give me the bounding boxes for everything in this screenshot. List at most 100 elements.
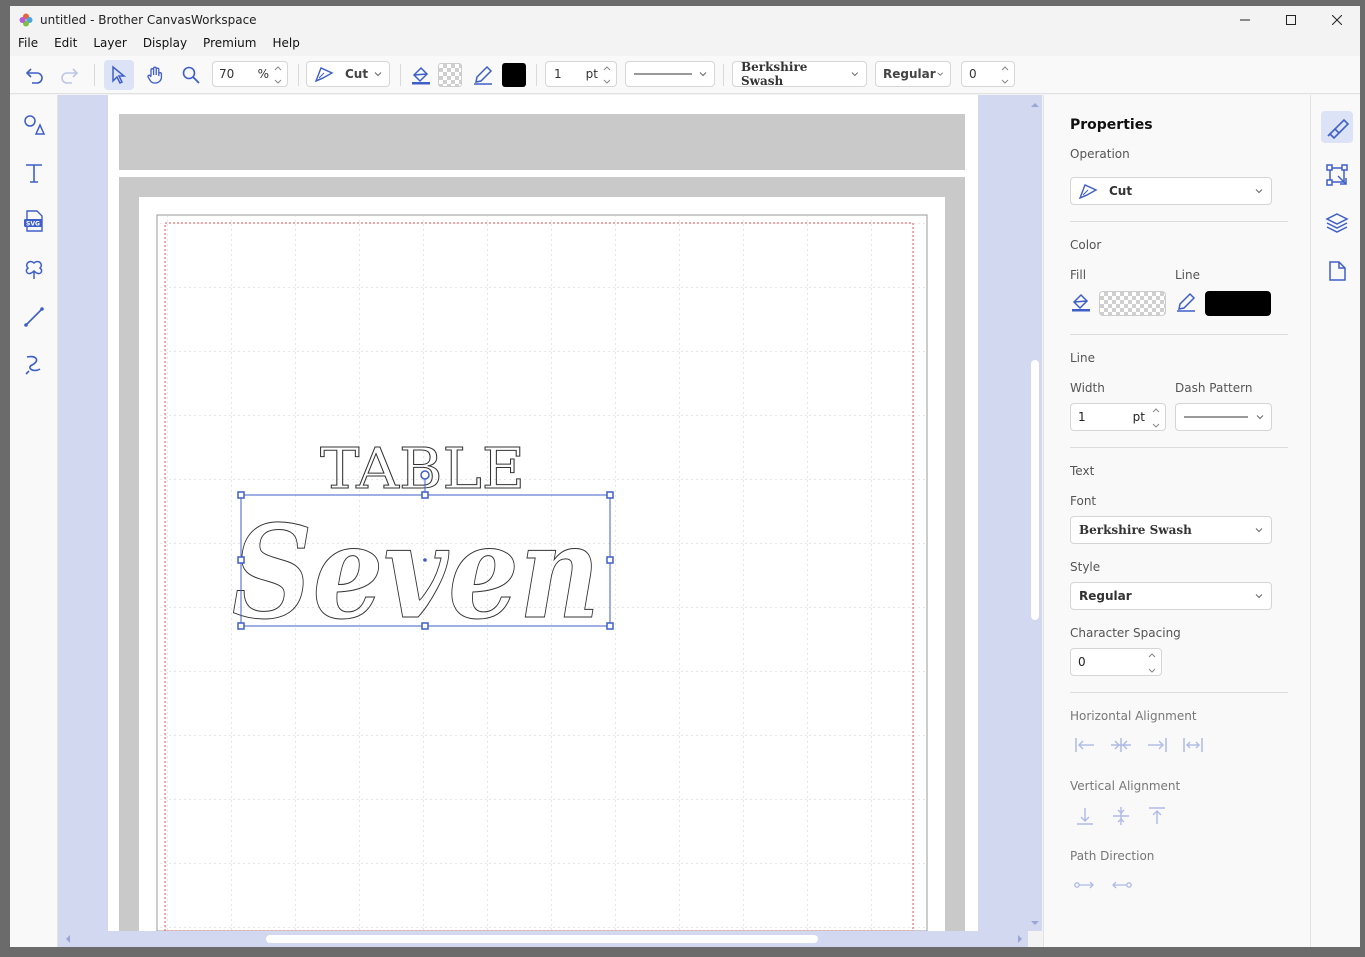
- resize-handle[interactable]: [237, 556, 245, 564]
- pan-tool-button[interactable]: [140, 60, 170, 90]
- line-width-stepper[interactable]: [602, 64, 614, 86]
- font-dropdown[interactable]: Berkshire Swash: [732, 60, 867, 88]
- layers-tab-button[interactable]: [1321, 207, 1353, 239]
- line-color-button[interactable]: [470, 62, 496, 88]
- line-section-label: Line: [1070, 351, 1096, 365]
- chevron-down-icon: [1148, 668, 1156, 673]
- page-tab-button[interactable]: [1321, 255, 1353, 287]
- zoom-stepper[interactable]: [273, 64, 285, 86]
- operation-dropdown[interactable]: Cut: [306, 61, 390, 87]
- align-top-icon[interactable]: [1146, 806, 1168, 826]
- align-justify-icon[interactable]: [1182, 736, 1204, 754]
- select-tool-button[interactable]: [104, 60, 134, 90]
- char-spacing-stepper[interactable]: [1147, 651, 1159, 675]
- scroll-right-icon: [1018, 935, 1022, 943]
- line-width-input[interactable]: 1 pt: [545, 61, 617, 87]
- align-right-icon[interactable]: [1146, 736, 1168, 754]
- resize-handle[interactable]: [606, 622, 614, 630]
- horizontal-scrollbar[interactable]: [58, 931, 1028, 947]
- align-bottom-icon[interactable]: [1074, 806, 1096, 826]
- toolbar-separator: [536, 64, 537, 86]
- properties-operation-dropdown[interactable]: Cut: [1070, 177, 1272, 205]
- line-color-swatch[interactable]: [502, 63, 526, 87]
- zoom-value: 70: [219, 67, 235, 81]
- minimize-button[interactable]: [1222, 6, 1268, 34]
- menu-premium[interactable]: Premium: [195, 34, 264, 54]
- menu-help[interactable]: Help: [264, 34, 307, 54]
- vertical-scrollbar[interactable]: [1028, 95, 1042, 931]
- mat-header-strip: [119, 114, 965, 170]
- close-button[interactable]: [1314, 6, 1360, 34]
- rotate-handle[interactable]: [420, 470, 430, 480]
- scroll-up-icon: [1031, 103, 1039, 107]
- menu-display[interactable]: Display: [135, 34, 195, 54]
- properties-width-stepper[interactable]: [1151, 406, 1163, 430]
- workspace-canvas[interactable]: TABLE Seven: [58, 95, 1028, 931]
- solid-line-icon: [1184, 416, 1248, 418]
- style-dropdown[interactable]: Regular: [875, 61, 951, 87]
- spacing-input[interactable]: 0: [961, 61, 1015, 87]
- patterns-tool-button[interactable]: [20, 255, 48, 283]
- dash-pattern-dropdown[interactable]: [625, 61, 715, 87]
- resize-handle[interactable]: [606, 556, 614, 564]
- properties-width-input[interactable]: 1 pt: [1070, 403, 1166, 431]
- paint-bucket-icon: [1072, 293, 1090, 312]
- resize-handle[interactable]: [237, 622, 245, 630]
- properties-panel: Properties Operation Cut Color Fill Line…: [1043, 95, 1310, 947]
- resize-handle[interactable]: [606, 491, 614, 499]
- redo-button[interactable]: [56, 62, 82, 88]
- properties-fill-swatch[interactable]: [1099, 291, 1166, 316]
- spacing-stepper[interactable]: [1000, 64, 1012, 86]
- menu-edit[interactable]: Edit: [46, 34, 85, 54]
- section-divider: [1070, 221, 1288, 222]
- path-forward-icon[interactable]: [1074, 878, 1096, 892]
- zoom-input[interactable]: 70 %: [212, 61, 288, 87]
- properties-tab-button[interactable]: [1321, 111, 1353, 143]
- line-tool-button[interactable]: [20, 303, 48, 331]
- text-icon: [26, 164, 42, 183]
- svg-import-button[interactable]: SVG: [20, 207, 48, 235]
- properties-char-spacing-input[interactable]: 0: [1070, 648, 1162, 676]
- operation-label: Operation: [1070, 147, 1130, 161]
- fill-color-button[interactable]: [408, 62, 434, 88]
- transform-tab-button[interactable]: [1321, 159, 1353, 191]
- zoom-tool-button[interactable]: [176, 60, 206, 90]
- properties-dash-dropdown[interactable]: [1175, 403, 1272, 431]
- fill-color-swatch[interactable]: [438, 63, 462, 87]
- line-width-value: 1: [554, 67, 562, 81]
- properties-char-spacing-value: 0: [1078, 655, 1086, 669]
- menu-file[interactable]: File: [10, 34, 46, 54]
- chevron-down-icon: [1001, 79, 1009, 84]
- resize-handle[interactable]: [237, 491, 245, 499]
- canvas-area[interactable]: TABLE Seven: [58, 95, 1028, 931]
- chevron-up-icon: [274, 66, 282, 71]
- shapes-tool-button[interactable]: [20, 111, 48, 139]
- app-logo-icon: [19, 13, 33, 27]
- zoom-unit: %: [257, 67, 269, 81]
- horizontal-scroll-thumb[interactable]: [266, 935, 818, 943]
- chevron-up-icon: [1001, 66, 1009, 71]
- properties-style-dropdown[interactable]: Regular: [1070, 582, 1272, 610]
- chevron-down-icon: [851, 72, 859, 77]
- resize-handle[interactable]: [421, 622, 429, 630]
- path-reverse-icon[interactable]: [1110, 878, 1132, 892]
- text-tool-button[interactable]: [20, 159, 48, 187]
- undo-button[interactable]: [22, 62, 48, 88]
- properties-font-dropdown[interactable]: Berkshire Swash: [1070, 516, 1272, 544]
- pen-icon: [1177, 292, 1196, 312]
- freehand-tool-button[interactable]: [20, 351, 48, 379]
- maximize-button[interactable]: [1268, 6, 1314, 34]
- menu-layer[interactable]: Layer: [85, 34, 134, 54]
- align-left-icon[interactable]: [1074, 736, 1096, 754]
- chevron-down-icon: [1255, 594, 1263, 599]
- properties-line-color-swatch[interactable]: [1205, 291, 1271, 316]
- vertical-scroll-thumb[interactable]: [1031, 360, 1039, 620]
- properties-fill-button[interactable]: [1070, 291, 1092, 316]
- align-center-icon[interactable]: [1110, 736, 1132, 754]
- properties-line-color-button[interactable]: [1175, 291, 1197, 316]
- align-middle-icon[interactable]: [1110, 806, 1132, 826]
- main-toolbar: 70 % Cut 1 pt Berkshire Swash Regular 0: [10, 56, 1360, 94]
- line-width-unit: pt: [585, 67, 598, 81]
- resize-handle[interactable]: [421, 491, 429, 499]
- close-icon: [1332, 15, 1342, 25]
